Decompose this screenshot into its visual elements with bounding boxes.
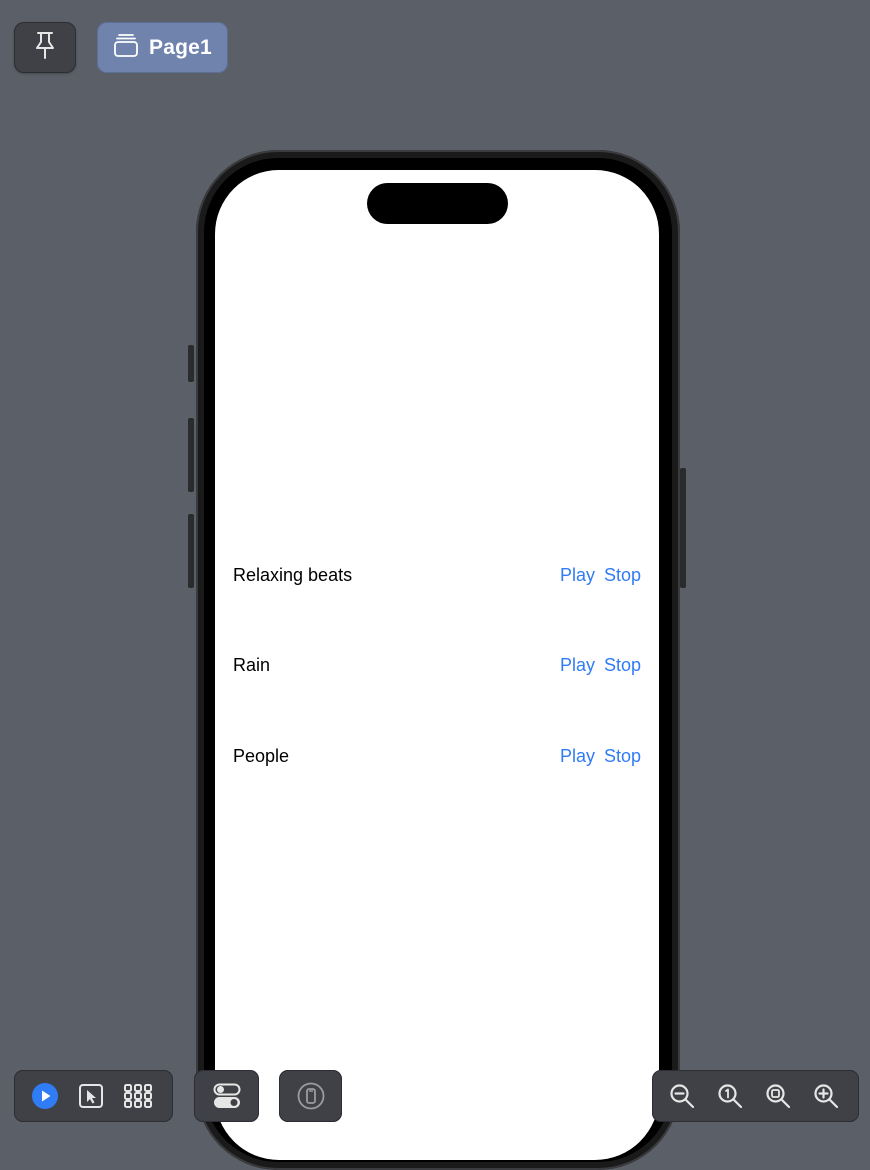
play-icon[interactable]: [31, 1082, 59, 1110]
play-button[interactable]: Play: [560, 746, 595, 767]
zoom-in-icon[interactable]: [813, 1083, 839, 1109]
phone-screen: Relaxing beats Play Stop Rain Play Stop …: [215, 170, 659, 1160]
sound-actions: Play Stop: [560, 655, 641, 676]
select-cursor-icon[interactable]: [78, 1083, 104, 1109]
play-button[interactable]: Play: [560, 565, 595, 586]
volume-up-button: [188, 418, 194, 492]
stop-button[interactable]: Stop: [604, 746, 641, 767]
dynamic-island: [367, 183, 508, 224]
device-settings-icon: [297, 1082, 325, 1110]
zoom-toolbar: [652, 1070, 859, 1122]
sound-row-relaxing-beats: Relaxing beats Play Stop: [233, 560, 641, 590]
sound-row-people: People Play Stop: [233, 741, 641, 771]
play-button[interactable]: Play: [560, 655, 595, 676]
device-settings-button[interactable]: [279, 1070, 342, 1122]
page-selector-button[interactable]: Page1: [97, 22, 228, 73]
variants-button[interactable]: [194, 1070, 259, 1122]
sound-name: Relaxing beats: [233, 564, 353, 585]
sound-actions: Play Stop: [560, 746, 641, 767]
toggles-icon: [213, 1083, 241, 1109]
stop-button[interactable]: Stop: [604, 655, 641, 676]
sound-name: People: [233, 745, 290, 766]
stop-button[interactable]: Stop: [604, 565, 641, 586]
zoom-fit-icon[interactable]: [765, 1083, 791, 1109]
zoom-100-icon[interactable]: [717, 1083, 743, 1109]
page-label: Page1: [149, 35, 212, 59]
pin-icon: [32, 30, 58, 65]
action-button: [188, 345, 194, 382]
power-button: [680, 468, 686, 588]
sound-name: Rain: [233, 654, 271, 675]
sound-row-rain: Rain Play Stop: [233, 650, 641, 680]
pages-stack-icon: [113, 32, 139, 63]
grid-icon[interactable]: [123, 1083, 153, 1109]
sound-actions: Play Stop: [560, 565, 641, 586]
preview-mode-toolbar: [14, 1070, 173, 1122]
volume-down-button: [188, 514, 194, 588]
pin-button[interactable]: [14, 22, 76, 73]
zoom-out-icon[interactable]: [669, 1083, 695, 1109]
